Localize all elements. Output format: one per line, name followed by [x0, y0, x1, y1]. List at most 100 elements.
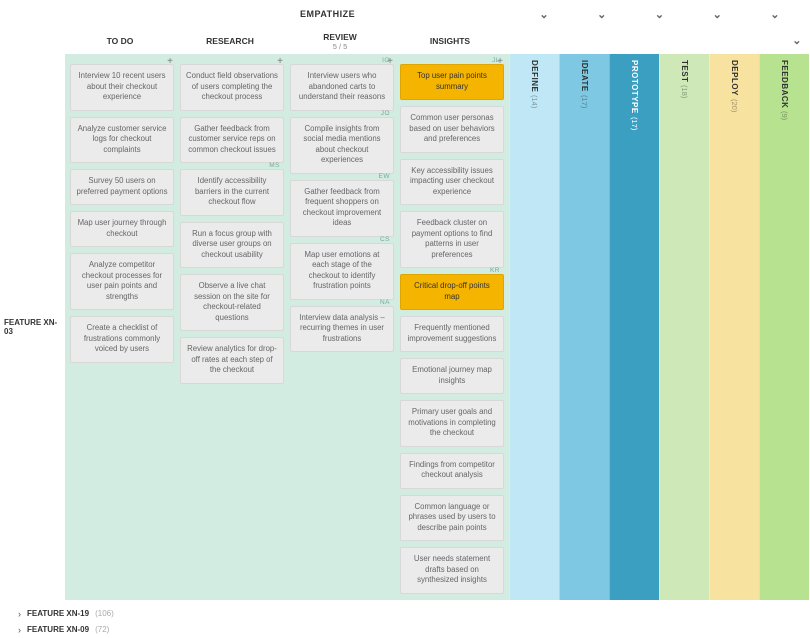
card-text: Run a focus group with diverse user grou…: [192, 229, 272, 259]
card[interactable]: MSIdentify accessibility barriers in the…: [180, 169, 284, 216]
card[interactable]: Run a focus group with diverse user grou…: [180, 222, 284, 269]
chevron-right-icon: ›: [18, 625, 21, 635]
card-text: Feedback cluster on payment options to f…: [412, 218, 493, 259]
stage-label: PROTOTYPE: [630, 60, 639, 114]
collapsed-stage[interactable]: TEST(18): [659, 54, 709, 600]
collapsed-swimlanes: ›FEATURE XN-19(106)›FEATURE XN-09(72): [0, 600, 810, 638]
stage-label: IDEATE: [580, 60, 589, 92]
stage-collapse-toggle[interactable]: ⌄: [655, 8, 665, 21]
stage-collapse-toggle[interactable]: ⌄: [713, 8, 723, 21]
card[interactable]: JLTop user pain points summary: [400, 64, 504, 100]
card[interactable]: Observe a live chat session on the site …: [180, 274, 284, 331]
card[interactable]: NAInterview data analysis – recurring th…: [290, 306, 394, 353]
card-text: Findings from competitor checkout analys…: [409, 460, 495, 480]
card-assignee-tag: MS: [269, 162, 280, 171]
card[interactable]: EWGather feedback from frequent shoppers…: [290, 180, 394, 237]
collapsed-swimlane-row[interactable]: ›FEATURE XN-19(106): [18, 606, 810, 622]
card[interactable]: User needs statement drafts based on syn…: [400, 547, 504, 594]
card-text: Create a checklist of frustrations commo…: [84, 323, 160, 353]
column-header-insights[interactable]: INSIGHTS: [395, 36, 505, 46]
swimlane-label: FEATURE XN-09: [27, 625, 89, 634]
card[interactable]: Analyze competitor checkout processes fo…: [70, 253, 174, 310]
stage-count: (20): [730, 99, 739, 112]
swimlane-label[interactable]: FEATURE XN-03: [0, 54, 65, 600]
card[interactable]: Interview 10 recent users about their ch…: [70, 64, 174, 111]
card[interactable]: Emotional journey map insights: [400, 358, 504, 394]
card-text: Key accessibility issues impacting user …: [410, 166, 494, 196]
card-text: Critical drop-off points map: [414, 281, 490, 301]
card-assignee-tag: EW: [379, 173, 390, 182]
card-text: Review analytics for drop-off rates at e…: [187, 344, 277, 374]
stage-collapse-toggle[interactable]: ⌄: [770, 8, 780, 21]
column-header-todo[interactable]: TO DO: [65, 36, 175, 46]
card[interactable]: KRCritical drop-off points map: [400, 274, 504, 310]
stage-count: (9): [780, 111, 789, 120]
card[interactable]: Frequently mentioned improvement suggest…: [400, 316, 504, 352]
card-text: Interview 10 recent users about their ch…: [78, 71, 165, 101]
collapsed-stage[interactable]: FEEDBACK (9): [759, 54, 809, 600]
card-assignee-tag: CS: [380, 236, 390, 245]
stage-label: FEEDBACK: [780, 60, 789, 108]
card[interactable]: Create a checklist of frustrations commo…: [70, 316, 174, 363]
card-text: Top user pain points summary: [417, 71, 487, 91]
card[interactable]: Map user journey through checkout: [70, 211, 174, 247]
card-text: Analyze competitor checkout processes fo…: [82, 260, 162, 301]
column-label: TO DO: [107, 36, 134, 46]
card[interactable]: Findings from competitor checkout analys…: [400, 453, 504, 489]
card[interactable]: IOInterview users who abandoned carts to…: [290, 64, 394, 111]
card-text: Emotional journey map insights: [412, 365, 492, 385]
card[interactable]: Key accessibility issues impacting user …: [400, 159, 504, 206]
collapsed-swimlane-row[interactable]: ›FEATURE XN-09(72): [18, 622, 810, 638]
card[interactable]: Common language or phrases used by users…: [400, 495, 504, 542]
column-header-research[interactable]: RESEARCH: [175, 36, 285, 46]
card-text: Primary user goals and motivations in co…: [408, 407, 496, 437]
card[interactable]: Feedback cluster on payment options to f…: [400, 211, 504, 268]
card-text: Interview data analysis – recurring them…: [299, 313, 384, 343]
column-label: INSIGHTS: [430, 36, 470, 46]
stage-label: DEFINE: [530, 60, 539, 92]
stage-collapse-toggle[interactable]: ⌄: [792, 34, 802, 47]
stage-collapse-toggle[interactable]: ⌄: [597, 8, 607, 21]
column-review: + IOInterview users who abandoned carts …: [287, 58, 397, 594]
card[interactable]: CSMap user emotions at each stage of the…: [290, 243, 394, 300]
card[interactable]: Conduct field observations of users comp…: [180, 64, 284, 111]
kanban-board: + Interview 10 recent users about their …: [65, 54, 509, 600]
card-text: Frequently mentioned improvement suggest…: [408, 323, 497, 343]
card-assignee-tag: JO: [381, 110, 390, 119]
column-research: + Conduct field observations of users co…: [177, 58, 287, 594]
collapsed-stage[interactable]: IDEATE (17): [559, 54, 609, 600]
collapsed-stage[interactable]: DEPLOY (20): [709, 54, 759, 600]
card[interactable]: Survey 50 users on preferred payment opt…: [70, 169, 174, 205]
card-assignee-tag: JL: [492, 57, 500, 66]
collapsed-stage[interactable]: DEFINE (14): [509, 54, 559, 600]
stage-label: DEPLOY: [730, 60, 739, 96]
card-assignee-tag: NA: [380, 299, 390, 308]
collapsed-stage[interactable]: PROTOTYPE (17): [609, 54, 659, 600]
card[interactable]: Primary user goals and motivations in co…: [400, 400, 504, 447]
card-text: Gather feedback from customer service re…: [188, 124, 276, 154]
card-text: Map user emotions at each stage of the c…: [305, 250, 380, 291]
column-todo: + Interview 10 recent users about their …: [67, 58, 177, 594]
column-header-review[interactable]: REVIEW 5 / 5: [285, 32, 395, 51]
card-text: Gather feedback from frequent shoppers o…: [303, 187, 381, 228]
stage-count: (14): [530, 95, 539, 108]
column-label: RESEARCH: [206, 36, 254, 46]
active-phase-title: EMPATHIZE: [300, 9, 355, 19]
chevron-right-icon: ›: [18, 609, 21, 619]
card[interactable]: Gather feedback from customer service re…: [180, 117, 284, 164]
swimlane-label: FEATURE XN-19: [27, 609, 89, 618]
card[interactable]: Analyze customer service logs for checko…: [70, 117, 174, 164]
card-assignee-tag: IO: [382, 57, 390, 66]
card-text: Analyze customer service logs for checko…: [78, 124, 167, 154]
stage-count: (17): [580, 95, 589, 108]
card[interactable]: Common user personas based on user behav…: [400, 106, 504, 153]
card-text: Identify accessibility barriers in the c…: [195, 176, 269, 206]
card[interactable]: JOCompile insights from social media men…: [290, 117, 394, 174]
card-text: Map user journey through checkout: [78, 218, 167, 238]
stage-label: TEST: [680, 60, 689, 82]
card-text: Survey 50 users on preferred payment opt…: [76, 176, 167, 196]
stage-collapse-toggle[interactable]: ⌄: [539, 8, 549, 21]
stage-count: (17): [630, 117, 639, 130]
card-text: Common language or phrases used by users…: [408, 502, 495, 532]
card[interactable]: Review analytics for drop-off rates at e…: [180, 337, 284, 384]
